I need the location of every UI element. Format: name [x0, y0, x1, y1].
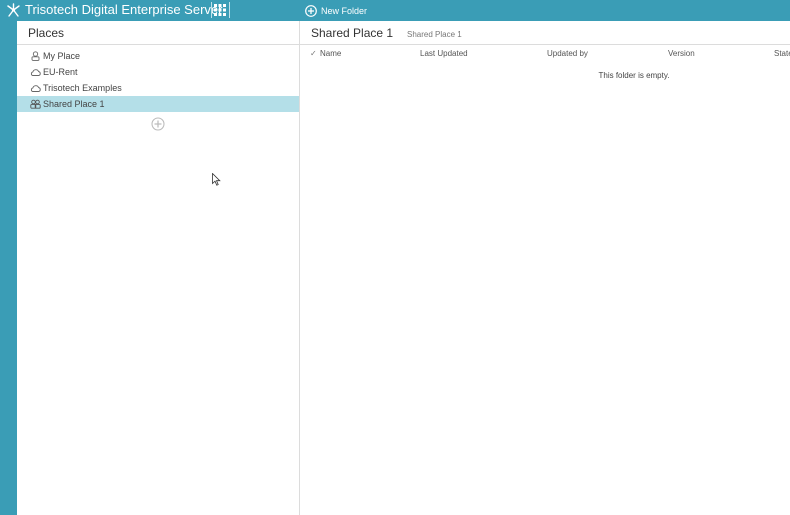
- left-rail: [0, 21, 17, 515]
- place-label: Trisotech Examples: [43, 83, 122, 93]
- place-label: My Place: [43, 51, 81, 61]
- mouse-cursor-icon: [212, 173, 221, 186]
- places-header: Places: [17, 21, 299, 45]
- place-item-eu-rent[interactable]: EU-Rent: [17, 64, 299, 80]
- empty-folder-message: This folder is empty.: [598, 71, 670, 80]
- new-folder-button[interactable]: New Folder: [305, 3, 367, 18]
- content-panel: Shared Place 1 Shared Place 1 ✓ Name Las…: [300, 21, 790, 515]
- cloud-icon: [30, 69, 41, 76]
- content-header: Shared Place 1 Shared Place 1: [300, 21, 790, 45]
- group-icon: [30, 99, 41, 109]
- place-item-shared-place-1[interactable]: Shared Place 1: [17, 96, 299, 112]
- apps-grid-icon[interactable]: [214, 4, 226, 16]
- top-bar: Trisotech Digital Enterprise Server New …: [0, 0, 790, 21]
- column-header-updated-by[interactable]: Updated by: [547, 49, 588, 59]
- place-label: Shared Place 1: [43, 99, 105, 109]
- divider: [211, 2, 212, 18]
- add-place-icon[interactable]: [151, 117, 165, 131]
- cloud-icon: [30, 85, 41, 92]
- column-header-name[interactable]: Name: [320, 49, 341, 59]
- column-header-state[interactable]: State: [774, 49, 790, 59]
- places-panel: Places My Place EU-Rent Trisotech Exampl…: [17, 21, 300, 515]
- place-label: EU-Rent: [43, 67, 78, 77]
- places-title: Places: [28, 26, 65, 40]
- plus-circle-icon: [305, 4, 317, 17]
- trisotech-logo-icon[interactable]: [5, 2, 22, 18]
- breadcrumb[interactable]: Shared Place 1: [407, 30, 462, 40]
- person-icon: [31, 51, 40, 61]
- app-title: Trisotech Digital Enterprise Server: [25, 2, 223, 17]
- column-header-state-clip: State: [774, 49, 790, 61]
- sort-check-icon[interactable]: ✓: [310, 49, 317, 59]
- new-folder-label: New Folder: [321, 5, 368, 16]
- place-item-my-place[interactable]: My Place: [17, 48, 299, 64]
- page-title: Shared Place 1: [311, 26, 394, 40]
- column-header-last-updated[interactable]: Last Updated: [420, 49, 468, 59]
- place-item-trisotech-examples[interactable]: Trisotech Examples: [17, 80, 299, 96]
- column-header-version[interactable]: Version: [668, 49, 695, 59]
- divider: [229, 2, 230, 18]
